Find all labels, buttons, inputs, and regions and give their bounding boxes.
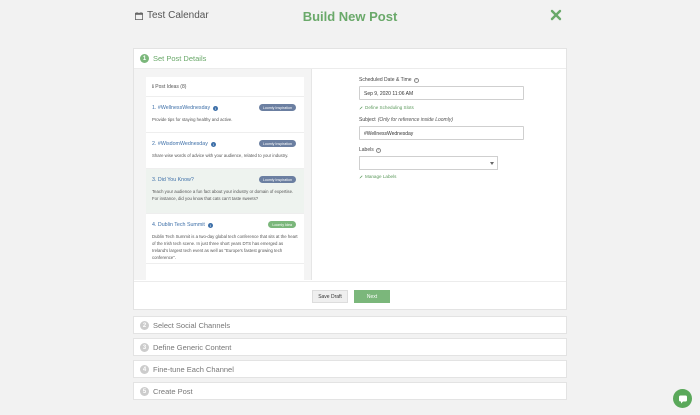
post-details-form: Scheduled Date & Time? Sep 9, 2020 11:06… <box>359 69 559 179</box>
form-footer: Save Draft Next <box>134 281 566 310</box>
idea-title: 2. #WisdomWednesday <box>152 141 208 147</box>
idea-badge: Loomly Inspiration <box>258 176 296 183</box>
subject-label: Subject (Only for reference inside Looml… <box>359 117 453 123</box>
post-idea-item[interactable]: 2. #WisdomWednesday i Loomly Inspiration … <box>146 133 304 169</box>
help-icon[interactable]: ? <box>413 77 419 83</box>
step-label: Select Social Channels <box>153 321 231 330</box>
step-3-card[interactable]: 3 Define Generic Content <box>133 338 567 356</box>
idea-badge: Loomly Inspiration <box>258 104 296 111</box>
step-number-badge: 5 <box>140 387 149 396</box>
idea-description: Share wise words of advice with your aud… <box>152 153 289 158</box>
post-idea-item[interactable]: 4. Dublin Tech Summit i Loomly Idea Dubli… <box>146 214 304 264</box>
step-1-card: 1 Set Post Details ℹ Post Ideas (8) 1. #… <box>133 48 567 310</box>
step-header-5[interactable]: 5 Create Post <box>134 383 566 400</box>
lightbulb-icon: ℹ <box>152 84 154 90</box>
step-label: Define Generic Content <box>153 343 232 352</box>
post-ideas-panel: ℹ Post Ideas (8) 1. #WellnessWednesday i … <box>134 69 312 280</box>
chat-support-button[interactable] <box>673 389 692 408</box>
post-ideas-list[interactable]: ℹ Post Ideas (8) 1. #WellnessWednesday i … <box>146 77 304 280</box>
info-icon[interactable]: i <box>210 141 216 147</box>
idea-title: 4. Dublin Tech Summit <box>152 222 205 228</box>
step-number-badge: 1 <box>140 54 149 63</box>
step-header-4[interactable]: 4 Fine-tune Each Channel <box>134 361 566 378</box>
idea-description: Dublin Tech Summit is a two-day global t… <box>152 234 298 260</box>
help-icon[interactable]: ? <box>375 147 381 153</box>
step-label: Set Post Details <box>153 54 207 63</box>
step-header-2[interactable]: 2 Select Social Channels <box>134 317 566 334</box>
pencil-icon <box>359 175 363 178</box>
step-header-1[interactable]: 1 Set Post Details <box>134 49 566 69</box>
step-4-card[interactable]: 4 Fine-tune Each Channel <box>133 360 567 378</box>
step-5-card[interactable]: 5 Create Post <box>133 382 567 400</box>
chevron-down-icon <box>490 162 494 165</box>
post-idea-item[interactable]: 3. Did You Know? Loomly Inspiration Teac… <box>146 169 304 214</box>
step-number-badge: 2 <box>140 321 149 330</box>
top-bar: Test Calendar Build New Post <box>0 0 700 36</box>
labels-select[interactable] <box>359 156 498 170</box>
labels-label: Labels? <box>359 147 381 153</box>
step-number-badge: 4 <box>140 365 149 374</box>
idea-title: 1. #WellnessWednesday <box>152 105 211 111</box>
post-idea-item[interactable]: 1. #WellnessWednesday i Loomly Inspiratio… <box>146 97 304 133</box>
idea-description: Provide tips for staying healthy and act… <box>152 117 233 122</box>
step-2-card[interactable]: 2 Select Social Channels <box>133 316 567 334</box>
idea-description: Teach your audience a fun fact about you… <box>152 189 294 201</box>
subject-input[interactable]: #WellnessWednesday <box>359 126 524 140</box>
date-input[interactable]: Sep 9, 2020 11:06 AM <box>359 86 524 100</box>
pencil-icon <box>359 106 363 109</box>
step-number-badge: 3 <box>140 343 149 352</box>
chat-icon <box>678 395 687 403</box>
page-title: Build New Post <box>302 9 398 24</box>
step-label: Fine-tune Each Channel <box>153 365 234 374</box>
post-ideas-header: ℹ Post Ideas (8) <box>146 77 304 97</box>
manage-labels-link[interactable]: Manage Labels <box>359 174 559 179</box>
idea-badge: Loomly Idea <box>268 221 296 228</box>
next-button[interactable]: Next <box>354 290 390 303</box>
info-icon[interactable]: i <box>213 105 219 111</box>
step-header-3[interactable]: 3 Define Generic Content <box>134 339 566 356</box>
date-label: Scheduled Date & Time? <box>359 77 419 83</box>
close-icon[interactable] <box>550 9 562 21</box>
define-slots-link[interactable]: Define Scheduling Slots <box>359 105 559 110</box>
save-draft-button[interactable]: Save Draft <box>312 290 348 303</box>
idea-title: 3. Did You Know? <box>152 177 194 183</box>
info-icon[interactable]: i <box>207 222 213 228</box>
step-label: Create Post <box>153 387 193 396</box>
idea-badge: Loomly Inspiration <box>258 140 296 147</box>
